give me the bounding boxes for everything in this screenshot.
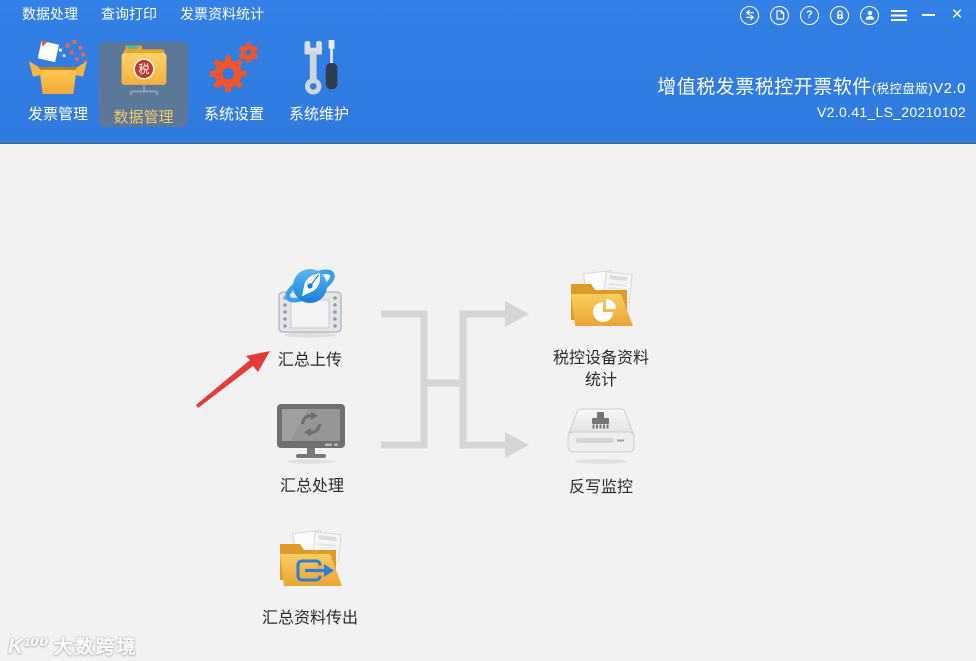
app-title: 增值税发票税控开票软件(税控盘版)V2.0 xyxy=(657,77,966,98)
app-title-block: 增值税发票税控开票软件(税控盘版)V2.0 V2.0.41_LS_2021010… xyxy=(657,72,966,120)
hamburger-icon[interactable] xyxy=(890,5,908,25)
help-icon[interactable]: ? xyxy=(800,5,819,25)
menu-invoice-statistics[interactable]: 发票资料统计 xyxy=(178,2,266,26)
globe-pen-icon xyxy=(276,264,344,343)
feature-label: 汇总处理 xyxy=(279,478,344,495)
watermark: K¹⁰⁰ 大数跨境 xyxy=(8,632,138,659)
transfer-icon[interactable] xyxy=(740,5,759,25)
close-icon[interactable]: × xyxy=(948,4,966,25)
menu-data-processing[interactable]: 数据处理 xyxy=(20,2,80,26)
feature-label: 反写监控 xyxy=(568,479,633,496)
toolbar-item-system-maintenance[interactable]: 系统维护 xyxy=(280,39,358,124)
feature-summary-processing[interactable]: 汇总处理 xyxy=(250,402,374,498)
close-glyph: × xyxy=(951,4,963,25)
minimize-glyph xyxy=(921,14,935,16)
toolbar-item-data-management[interactable]: 税 数据管理 xyxy=(99,42,188,127)
note-icon[interactable] xyxy=(770,5,789,25)
gears-icon xyxy=(205,39,263,99)
feature-label: 税控设备资料统计 xyxy=(552,350,649,389)
feature-summary-export[interactable]: 汇总资料传出 xyxy=(244,530,376,630)
tax-folder-icon: 税 xyxy=(116,40,172,102)
menu-query-print[interactable]: 查询打印 xyxy=(99,2,159,26)
drive-brush-icon xyxy=(563,403,639,470)
folder-export-icon xyxy=(272,530,348,601)
feature-writeback-monitoring[interactable]: 反写监控 xyxy=(538,403,664,499)
header: 数据处理 查询打印 发票资料统计 ? × 发票管理 税 数据管理 系统设置 系统… xyxy=(0,0,976,144)
toolbar-item-system-settings[interactable]: 系统设置 xyxy=(194,42,274,124)
app-window: 数据处理 查询打印 发票资料统计 ? × 发票管理 税 数据管理 系统设置 系统… xyxy=(0,0,976,661)
tools-icon xyxy=(292,39,346,99)
toolbar-item-label: 系统设置 xyxy=(203,106,264,123)
toolbar-item-label: 数据管理 xyxy=(113,109,174,126)
app-version-line: V2.0.41_LS_20210102 xyxy=(817,104,966,120)
user-icon[interactable] xyxy=(860,5,879,25)
toolbar-item-label: 系统维护 xyxy=(288,106,349,123)
open-box-icon xyxy=(27,39,89,99)
feature-summary-upload[interactable]: 汇总上传 xyxy=(250,264,370,372)
monitor-refresh-icon xyxy=(275,402,349,469)
menubar: 数据处理 查询打印 发票资料统计 xyxy=(0,0,740,28)
feature-tax-device-statistics[interactable]: 税控设备资料统计 xyxy=(541,270,661,392)
feature-label: 汇总资料传出 xyxy=(261,610,358,627)
lock-icon[interactable] xyxy=(830,5,849,25)
toolbar-item-label: 发票管理 xyxy=(27,106,88,123)
folder-pie-icon xyxy=(563,270,639,341)
toolbar-item-invoice-management[interactable]: 发票管理 xyxy=(16,39,100,124)
app-title-version: V2.0 xyxy=(933,80,966,97)
window-controls: ? × xyxy=(740,3,966,27)
minimize-icon[interactable] xyxy=(919,5,937,25)
help-glyph: ? xyxy=(806,9,813,21)
svg-text:税: 税 xyxy=(138,62,149,76)
feature-label: 汇总上传 xyxy=(277,352,342,369)
watermark-text: 大数跨境 xyxy=(53,637,138,658)
watermark-logo: K¹⁰⁰ xyxy=(8,635,49,658)
app-title-edition: (税控盘版) xyxy=(871,82,934,96)
